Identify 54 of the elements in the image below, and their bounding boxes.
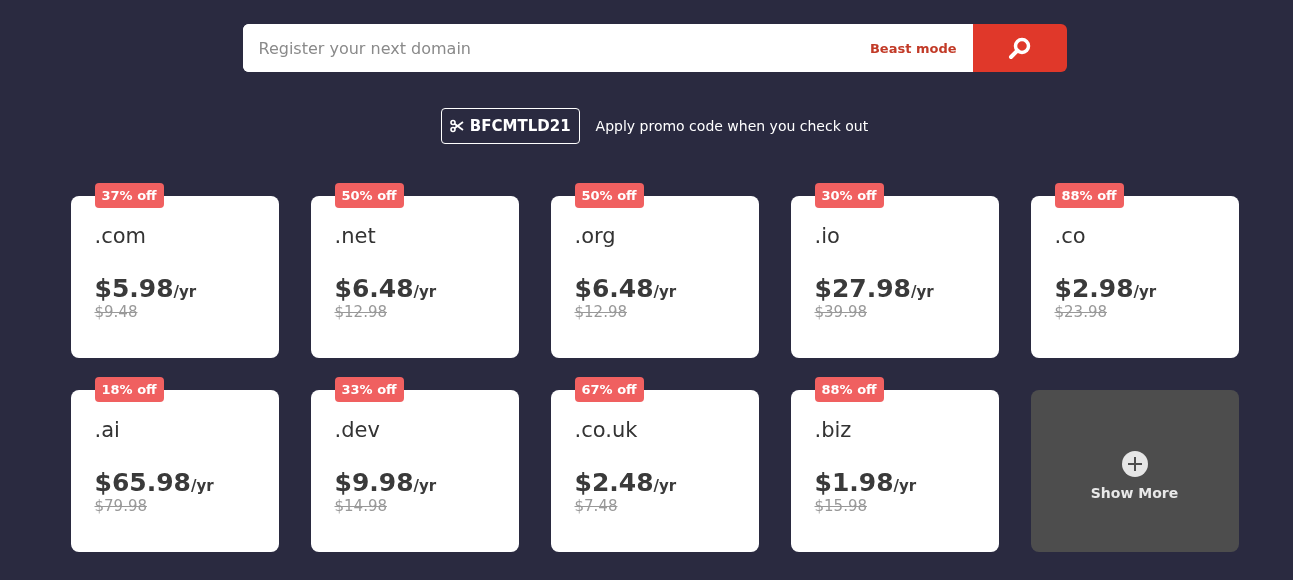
price-unit: /yr	[191, 477, 214, 495]
price-unit: /yr	[893, 477, 917, 495]
price-unit: /yr	[653, 477, 677, 495]
price-unit: /yr	[653, 283, 677, 301]
price: $65.98	[94, 468, 191, 497]
domain-extension: .co	[1054, 224, 1087, 248]
plus-icon	[1121, 450, 1148, 477]
discount-badge: 88% off	[814, 377, 884, 402]
price: $27.98	[814, 274, 911, 303]
discount-badge: 67% off	[574, 377, 644, 402]
old-price: $14.98	[334, 497, 388, 515]
show-more-button[interactable]: Show More	[1030, 390, 1239, 552]
price: $5.98	[94, 274, 174, 303]
domain-extension: .co.uk	[574, 418, 639, 442]
old-price: $15.98	[814, 497, 868, 515]
price-unit: /yr	[1133, 283, 1157, 301]
old-price: $39.98	[814, 303, 868, 321]
old-price: $79.98	[94, 497, 148, 515]
discount-badge: 50% off	[334, 183, 404, 208]
discount-badge: 50% off	[574, 183, 644, 208]
price-unit: /yr	[413, 477, 437, 495]
discount-badge: 33% off	[334, 377, 404, 402]
price: $2.48	[574, 468, 654, 497]
domain-extension: .org	[574, 224, 617, 248]
price: $6.48	[334, 274, 414, 303]
price-unit: /yr	[173, 283, 197, 301]
domain-extension: .ai	[94, 418, 121, 442]
domain-extension: .net	[334, 224, 377, 248]
old-price: $23.98	[1054, 303, 1108, 321]
scissors-icon	[449, 119, 464, 133]
discount-badge: 30% off	[814, 183, 884, 208]
price: $2.98	[1054, 274, 1134, 303]
domain-extension: .dev	[334, 418, 381, 442]
price: $9.98	[334, 468, 414, 497]
beast-mode-link[interactable]: Beast mode	[853, 40, 973, 56]
old-price: $7.48	[574, 497, 619, 515]
price: $6.48	[574, 274, 654, 303]
old-price: $9.48	[94, 303, 139, 321]
discount-badge: 18% off	[94, 377, 164, 402]
search-button[interactable]	[972, 24, 1067, 72]
price-unit: /yr	[413, 283, 437, 301]
domain-extension: .io	[814, 224, 841, 248]
price: $1.98	[814, 468, 894, 497]
old-price: $12.98	[334, 303, 388, 321]
domain-search-field[interactable]: Register your next domain Beast mode	[242, 24, 973, 72]
search-icon	[1007, 36, 1032, 60]
domain-extension: .biz	[814, 418, 853, 442]
promo-code-text: BFCMTLD21	[469, 117, 571, 135]
promo-note: Apply promo code when you check out	[595, 118, 869, 134]
price-unit: /yr	[911, 283, 934, 301]
old-price: $12.98	[574, 303, 628, 321]
discount-badge: 37% off	[94, 183, 164, 208]
discount-badge: 88% off	[1054, 183, 1124, 208]
domain-extension: .com	[94, 224, 148, 248]
